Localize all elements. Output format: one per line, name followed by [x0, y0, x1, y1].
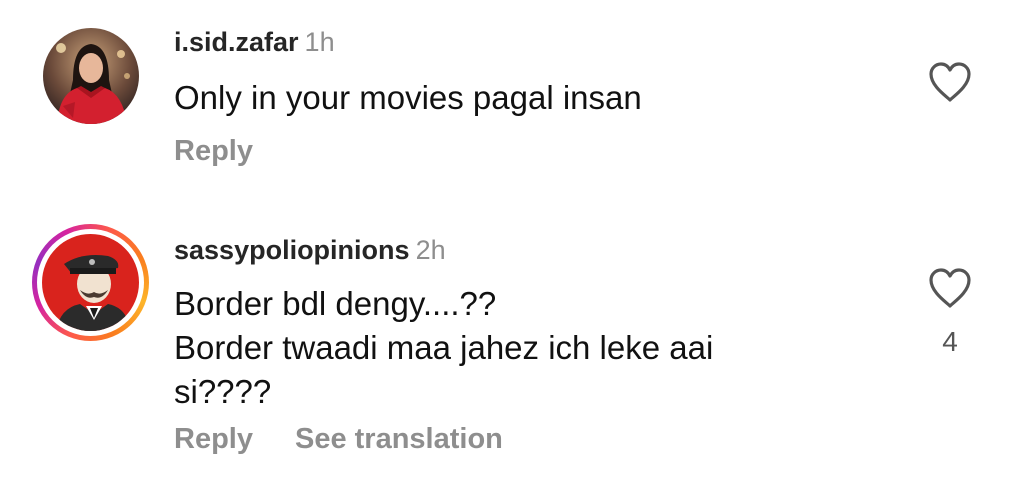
- timestamp: 1h: [304, 27, 335, 57]
- reply-button[interactable]: Reply: [174, 135, 253, 167]
- like-button[interactable]: [926, 266, 974, 310]
- timestamp: 2h: [415, 235, 446, 265]
- username[interactable]: i.sid.zafar: [174, 27, 299, 57]
- comment-text: Border bdl dengy....?? Border twaadi maa…: [174, 282, 864, 414]
- comment-header: i.sid.zafar 1h: [174, 26, 335, 58]
- avatar-image: [43, 28, 139, 124]
- comment-text-line: si????: [174, 373, 272, 410]
- heart-outline-icon: [929, 62, 971, 102]
- comment-text-line: Only in your movies pagal insan: [174, 79, 642, 116]
- heart-outline-icon: [929, 268, 971, 308]
- comment-item: i.sid.zafar 1h Only in your movies pagal …: [0, 0, 1024, 200]
- like-count: 4: [942, 326, 958, 357]
- comment-actions: Reply See translation: [174, 422, 503, 456]
- comment-item: sassypoliopinions 2h Border bdl dengy....…: [0, 210, 1024, 479]
- comment-text-line: Border bdl dengy....??: [174, 285, 497, 322]
- avatar-image: [42, 234, 139, 331]
- avatar[interactable]: [43, 28, 139, 124]
- comment-actions: Reply: [174, 134, 253, 168]
- reply-button[interactable]: Reply: [174, 423, 253, 455]
- see-translation-button[interactable]: See translation: [295, 423, 503, 455]
- avatar[interactable]: [42, 234, 139, 331]
- like-button[interactable]: [926, 60, 974, 104]
- comment-text: Only in your movies pagal insan: [174, 76, 864, 120]
- username[interactable]: sassypoliopinions: [174, 235, 410, 265]
- comment-text-line: Border twaadi maa jahez ich leke aai: [174, 329, 714, 366]
- comment-header: sassypoliopinions 2h: [174, 234, 446, 266]
